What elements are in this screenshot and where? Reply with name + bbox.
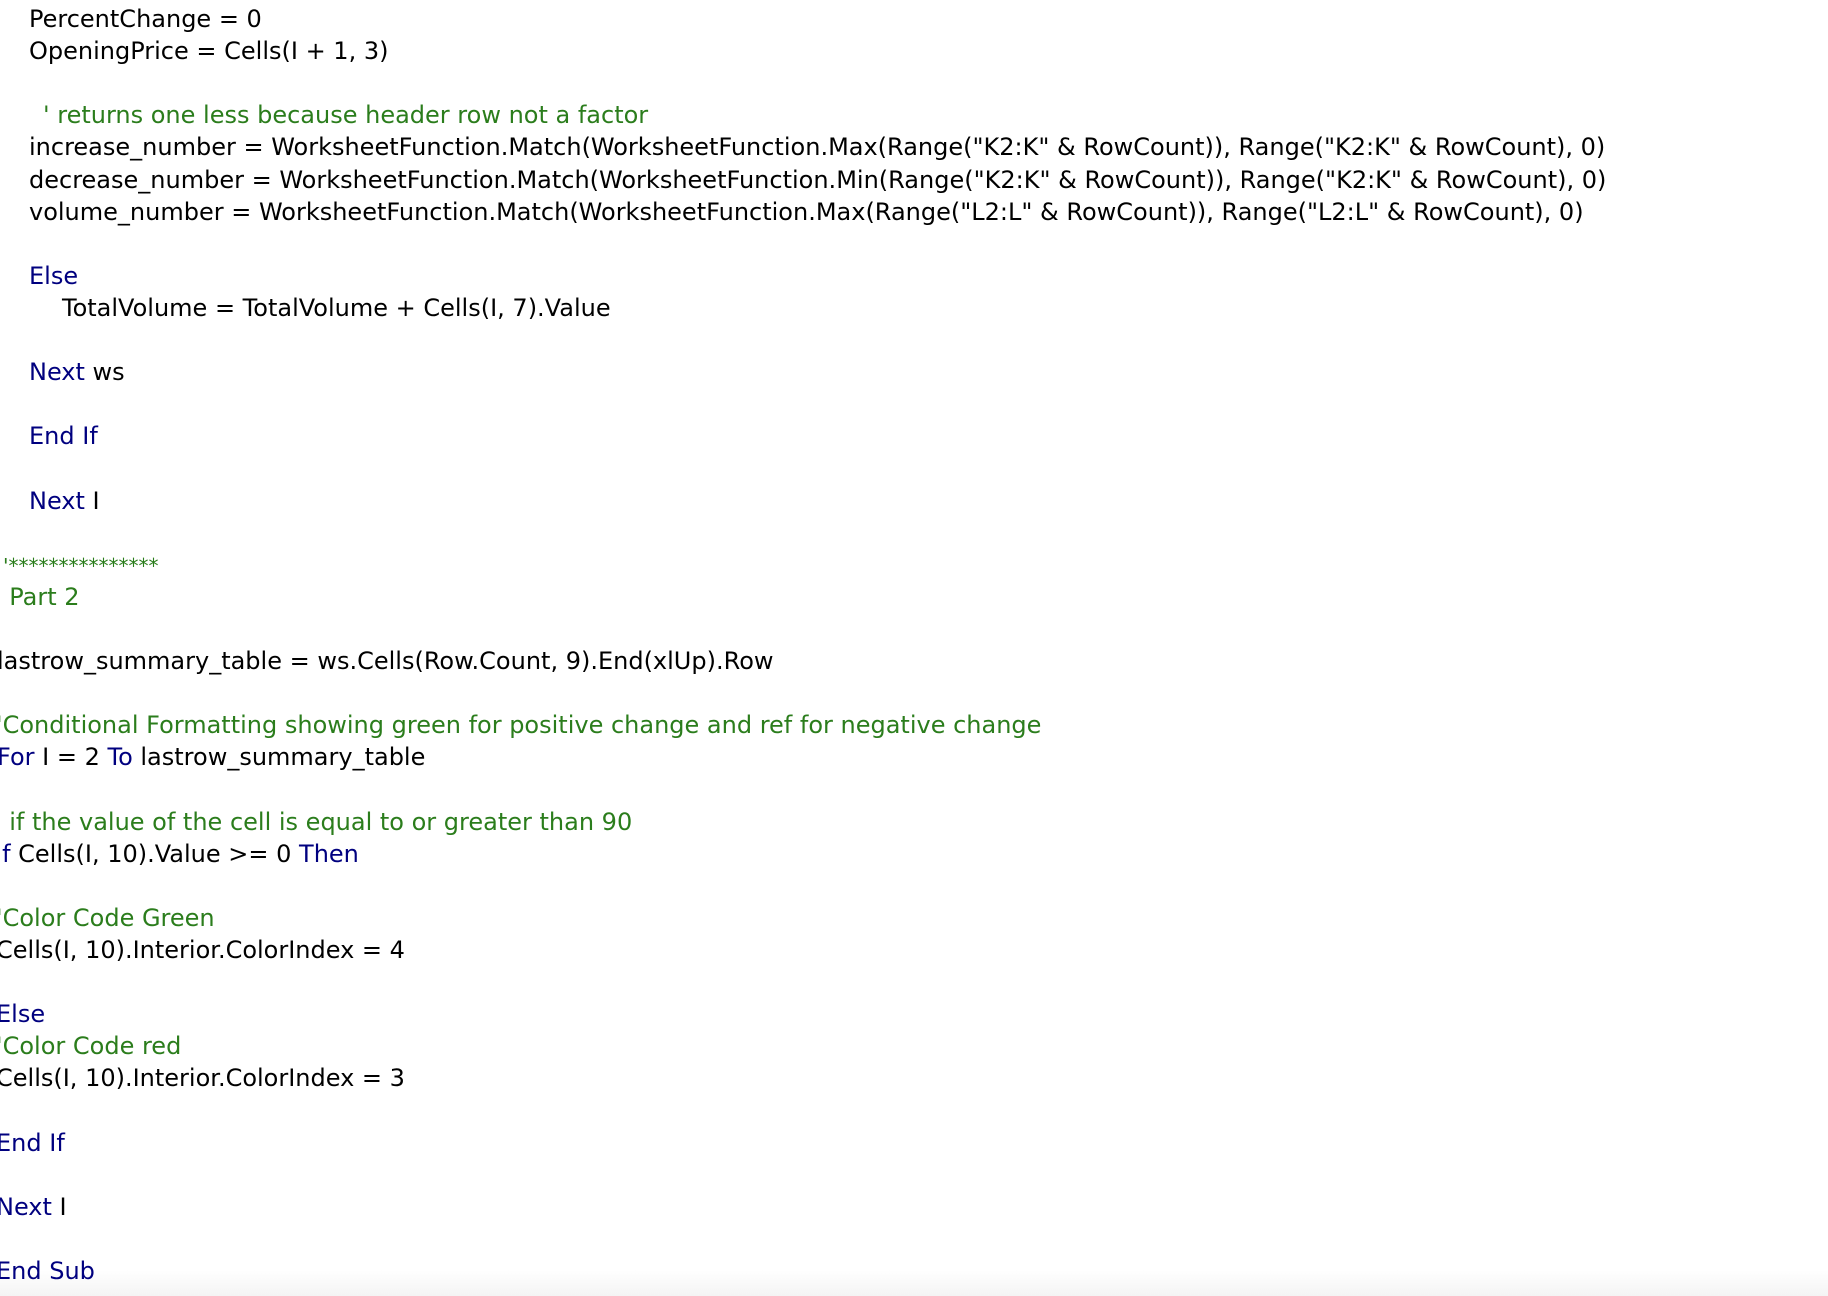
code-keyword: Else bbox=[0, 1000, 46, 1029]
code-line[interactable]: For I = 2 To lastrow_summary_table bbox=[0, 741, 425, 773]
code-line[interactable]: End If bbox=[29, 420, 98, 452]
code-text: increase_number = WorksheetFunction.Matc… bbox=[29, 133, 1606, 162]
code-text: Cells(I, 10).Value >= 0 bbox=[10, 839, 300, 868]
code-line[interactable]: 'Color Code red bbox=[0, 1030, 181, 1062]
code-text: OpeningPrice = Cells(I + 1, 3) bbox=[29, 37, 389, 66]
code-text: decrease_number = WorksheetFunction.Matc… bbox=[29, 165, 1607, 194]
code-line[interactable]: '*************** bbox=[3, 549, 159, 581]
code-text: lastrow_summary_table = ws.Cells(Row.Cou… bbox=[0, 647, 774, 675]
code-keyword: End If bbox=[0, 1128, 65, 1157]
code-line[interactable]: Cells(I, 10).Interior.ColorIndex = 4 bbox=[0, 934, 405, 966]
code-line[interactable]: If Cells(I, 10).Value >= 0 Then bbox=[0, 838, 359, 870]
code-comment: ' if the value of the cell is equal to o… bbox=[0, 807, 633, 836]
code-line[interactable]: ' Part 2 bbox=[0, 581, 80, 613]
code-text: ws bbox=[84, 358, 125, 387]
code-line[interactable]: ' returns one less because header row no… bbox=[43, 99, 648, 131]
code-keyword: Next bbox=[29, 358, 85, 387]
code-line[interactable]: decrease_number = WorksheetFunction.Matc… bbox=[29, 164, 1606, 196]
code-editor[interactable]: PercentChange = 0 OpeningPrice = Cells(I … bbox=[0, 0, 1828, 1296]
code-line[interactable]: OpeningPrice = Cells(I + 1, 3) bbox=[29, 35, 388, 67]
code-keyword: For bbox=[0, 743, 35, 772]
code-comment: ' returns one less because header row no… bbox=[43, 101, 649, 130]
code-line[interactable]: Cells(I, 10).Interior.ColorIndex = 3 bbox=[0, 1062, 405, 1094]
code-comment: ' Part 2 bbox=[0, 582, 80, 611]
code-line[interactable]: increase_number = WorksheetFunction.Matc… bbox=[29, 131, 1605, 163]
code-line[interactable]: End If bbox=[0, 1127, 65, 1159]
code-line[interactable]: PercentChange = 0 bbox=[29, 3, 262, 35]
code-line[interactable]: TotalVolume = TotalVolume + Cells(I, 7).… bbox=[62, 292, 611, 324]
code-text: I = 2 bbox=[34, 743, 108, 772]
code-line[interactable]: ' if the value of the cell is equal to o… bbox=[0, 806, 632, 838]
code-keyword: If bbox=[0, 839, 11, 868]
code-text: Cells(I, 10).Interior.ColorIndex = 3 bbox=[0, 1064, 405, 1093]
code-line[interactable]: Else bbox=[29, 260, 78, 292]
code-text: I bbox=[84, 486, 100, 515]
code-keyword: Next bbox=[29, 486, 85, 515]
code-line[interactable]: Else bbox=[0, 998, 45, 1030]
code-keyword: Next bbox=[0, 1192, 52, 1221]
code-keyword: To bbox=[107, 743, 133, 772]
code-line[interactable]: Next I bbox=[0, 1191, 67, 1223]
code-comment: '*************** bbox=[3, 553, 159, 578]
code-line[interactable]: volume_number = WorksheetFunction.Match(… bbox=[29, 196, 1584, 228]
code-keyword: Then bbox=[299, 839, 359, 868]
code-line[interactable]: lastrow_summary_table = ws.Cells(Row.Cou… bbox=[0, 645, 774, 677]
code-comment: 'Color Code red bbox=[0, 1032, 182, 1061]
code-line[interactable]: End Sub bbox=[0, 1255, 95, 1287]
code-comment: 'Conditional Formatting showing green fo… bbox=[0, 711, 1042, 740]
code-keyword: End If bbox=[29, 422, 98, 451]
code-text: I bbox=[51, 1192, 67, 1221]
code-line[interactable]: 'Conditional Formatting showing green fo… bbox=[0, 709, 1041, 741]
code-line[interactable]: Next I bbox=[29, 485, 100, 517]
code-text: volume_number = WorksheetFunction.Match(… bbox=[29, 197, 1584, 226]
code-keyword: Else bbox=[29, 261, 79, 290]
code-line[interactable]: 'Color Code Green bbox=[0, 902, 215, 934]
code-line[interactable]: Next ws bbox=[29, 356, 125, 388]
code-comment: 'Color Code Green bbox=[0, 903, 215, 932]
code-text: PercentChange = 0 bbox=[29, 5, 262, 33]
code-text: TotalVolume = TotalVolume + Cells(I, 7).… bbox=[62, 293, 611, 322]
code-text: Cells(I, 10).Interior.ColorIndex = 4 bbox=[0, 935, 405, 964]
code-keyword: End Sub bbox=[0, 1256, 95, 1285]
code-text: lastrow_summary_table bbox=[132, 743, 426, 772]
